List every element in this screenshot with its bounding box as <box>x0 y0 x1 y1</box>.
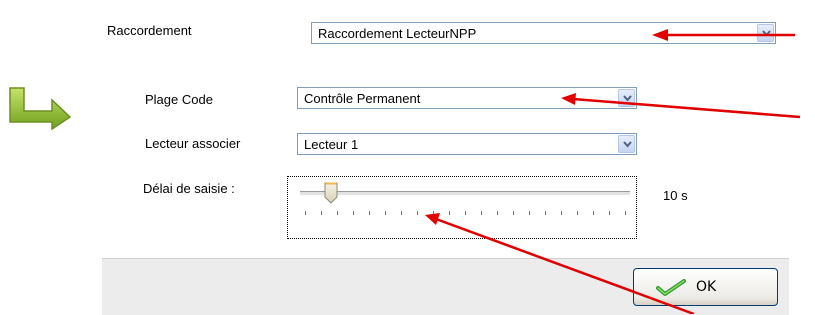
slider-tick <box>401 211 402 215</box>
green-check-icon <box>656 279 686 296</box>
slider-tick <box>577 211 578 215</box>
chevron-down-icon <box>623 141 632 148</box>
slider-tick <box>417 211 418 215</box>
slider-tick <box>369 211 370 215</box>
corner-arrow-icon <box>8 86 72 133</box>
ok-button[interactable]: OK <box>633 268 778 306</box>
lecteur-associer-dropdown-button[interactable] <box>618 135 635 153</box>
raccordement-label: Raccordement <box>107 23 192 38</box>
chevron-down-icon <box>762 30 771 37</box>
slider-tick <box>529 211 530 215</box>
slider-tick <box>625 211 626 215</box>
slider-tick <box>353 211 354 215</box>
slider-tick <box>449 211 450 215</box>
slider-tick <box>593 211 594 215</box>
chevron-down-icon <box>623 95 632 102</box>
slider-track <box>300 191 630 196</box>
slider-tick <box>433 211 434 215</box>
plage-code-value: Contrôle Permanent <box>304 91 421 106</box>
slider-tick <box>497 211 498 215</box>
slider-thumb[interactable] <box>324 182 338 207</box>
slider-tick <box>561 211 562 215</box>
slider-tick <box>609 211 610 215</box>
slider-tick <box>465 211 466 215</box>
slider-tick <box>481 211 482 215</box>
raccordement-select[interactable]: Raccordement LecteurNPP <box>311 22 776 44</box>
slider-tick <box>545 211 546 215</box>
slider-tick <box>321 211 322 215</box>
delai-saisie-value: 10 s <box>663 188 688 203</box>
lecteur-associer-select[interactable]: Lecteur 1 <box>297 133 637 155</box>
raccordement-value: Raccordement LecteurNPP <box>318 26 477 41</box>
plage-code-label: Plage Code <box>145 92 213 107</box>
ok-label: OK <box>696 279 717 295</box>
slider-tick <box>385 211 386 215</box>
lecteur-associer-value: Lecteur 1 <box>304 137 359 152</box>
slider-tick <box>513 211 514 215</box>
delai-saisie-label: Délai de saisie : <box>143 181 235 196</box>
raccordement-dropdown-button[interactable] <box>757 24 774 42</box>
delai-saisie-slider[interactable] <box>287 176 637 239</box>
slider-tick <box>337 211 338 215</box>
lecteur-associer-label: Lecteur associer <box>145 136 241 151</box>
plage-code-select[interactable]: Contrôle Permanent <box>297 87 637 109</box>
plage-code-dropdown-button[interactable] <box>618 89 635 107</box>
slider-tick <box>305 211 306 215</box>
